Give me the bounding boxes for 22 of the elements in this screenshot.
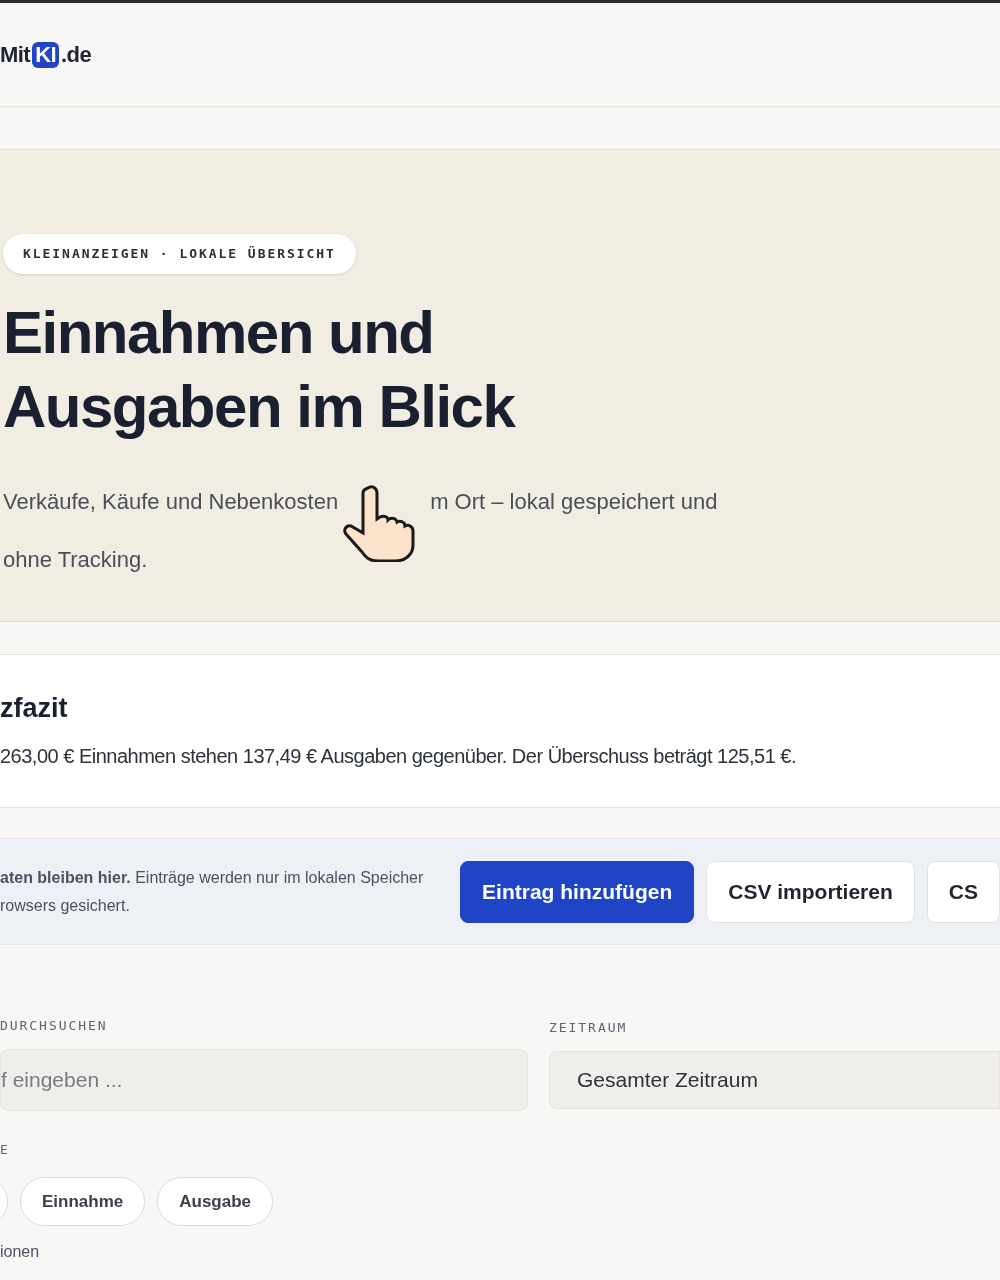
- action-button[interactable]: Eintrag hinzufügen: [460, 860, 695, 923]
- logo-text: .de: [61, 41, 92, 69]
- eyebrow-tag: KLEINANZEIGEN · LOKALE ÜBERSICHT: [3, 234, 356, 274]
- intro-text: Verkäufe, Käufe und Nebenkosten: [3, 487, 339, 516]
- field-label: ionen: [0, 1242, 41, 1262]
- field-label: E: [0, 1141, 11, 1159]
- logo-text: Mit: [0, 41, 31, 69]
- logo-badge: KI: [32, 41, 60, 68]
- filter-chip[interactable]: Ausgabe: [157, 1177, 274, 1226]
- action-button[interactable]: CS: [926, 860, 1000, 923]
- action-button[interactable]: CSV importieren: [706, 860, 915, 923]
- summary-title: zfazit: [0, 692, 69, 725]
- summary-text: 263,00 € Einnahmen stehen 137,49 € Ausgaben gegenüber. Der Überschuss beträgt 125,51 €.: [0, 744, 797, 769]
- field-label: ZEITRAUM: [549, 1019, 629, 1037]
- filter-chip[interactable]: Einnahme: [20, 1177, 146, 1226]
- intro-text: ohne Tracking.: [3, 545, 149, 574]
- field-label: DURCHSUCHEN: [0, 1017, 109, 1035]
- intro-text: m Ort – lokal gespeichert und: [430, 487, 718, 516]
- hero-title: Einnahmen und Ausgaben im Blick: [3, 297, 517, 442]
- storage-note: aten bleiben hier. Einträge werden nur im lokalen Speicher rowsers gesichert.: [0, 867, 425, 916]
- period-select[interactable]: Gesamter Zeitraum: [549, 1051, 1000, 1109]
- search-field[interactable]: f eingeben ...: [0, 1049, 528, 1111]
